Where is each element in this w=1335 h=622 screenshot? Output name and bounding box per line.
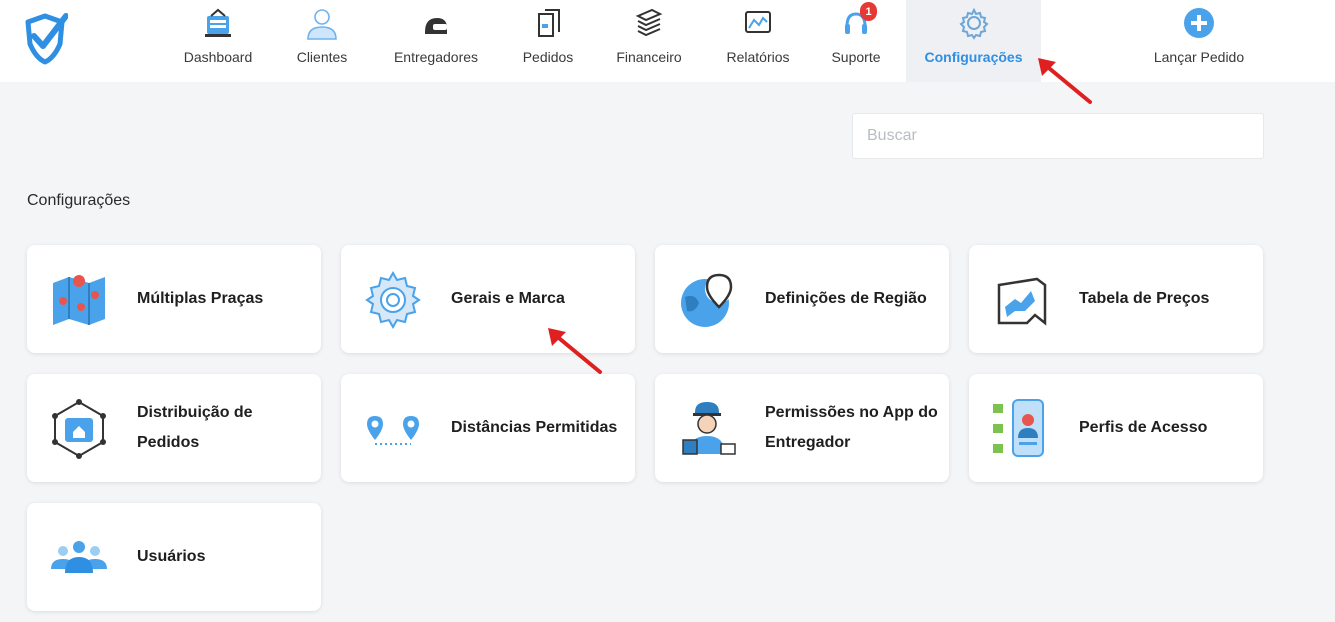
nav-label: Financeiro: [616, 49, 682, 65]
courier-icon: [682, 402, 736, 455]
nav-label: Dashboard: [183, 49, 253, 65]
map-pins-icon: [53, 275, 105, 325]
nav-label: Pedidos: [522, 49, 574, 65]
plus-circle-icon: [1184, 8, 1214, 38]
nav-label: Lançar Pedido: [1153, 49, 1245, 65]
card-label: Usuários: [137, 548, 206, 565]
nav-dashboard[interactable]: Dashboard: [170, 0, 266, 82]
logo-check-shield-icon[interactable]: [22, 10, 68, 66]
section-title: Configurações: [27, 192, 131, 209]
price-table-icon: [997, 277, 1047, 326]
network-distribution-icon: [52, 399, 106, 459]
card-label: Definições de Região: [765, 290, 927, 307]
chart-icon: [745, 11, 771, 33]
gear-icon: [365, 270, 421, 330]
user-icon: [307, 9, 337, 40]
dashboard-icon: [205, 8, 231, 37]
nav-label: Suporte: [831, 49, 881, 65]
nav-suporte[interactable]: 1 Suporte: [820, 0, 892, 82]
route-pins-icon: [367, 416, 419, 445]
nav-lancar-pedido[interactable]: Lançar Pedido: [1136, 0, 1262, 82]
users-group-icon: [51, 541, 107, 573]
annotation-arrow-icon: [548, 328, 602, 374]
notification-badge: 1: [860, 2, 877, 21]
profile-checklist-icon: [993, 399, 1044, 457]
headset-icon: 1: [839, 2, 877, 40]
top-navigation: Dashboard Clientes Entregadores Pedidos: [0, 0, 1335, 82]
nav-label: Relatórios: [726, 49, 790, 65]
card-label: Perfis de Acesso: [1079, 419, 1208, 436]
card-definicoes-de-regiao[interactable]: Definições de Região: [655, 245, 949, 353]
nav-financeiro[interactable]: Financeiro: [602, 0, 696, 82]
nav-label: Configurações: [924, 49, 1023, 65]
card-multiplas-pracas[interactable]: Múltiplas Praças: [27, 245, 321, 353]
gear-icon: [958, 7, 989, 40]
card-usuarios[interactable]: Usuários: [27, 503, 321, 611]
card-label: Distribuição de Pedidos: [137, 404, 253, 451]
nav-label: Clientes: [296, 49, 348, 65]
helmet-icon: [425, 18, 447, 34]
nav-label: Entregadores: [393, 49, 479, 65]
card-label: Múltiplas Praças: [137, 290, 264, 307]
search-input[interactable]: [852, 113, 1264, 159]
card-label: Gerais e Marca: [451, 290, 565, 307]
card-distancias-permitidas[interactable]: Distâncias Permitidas: [341, 374, 635, 482]
card-distribuicao-de-pedidos[interactable]: Distribuição de Pedidos: [27, 374, 321, 482]
card-permissoes-app-entregador[interactable]: Permissões no App do Entregador: [655, 374, 949, 482]
nav-entregadores[interactable]: Entregadores: [378, 0, 494, 82]
nav-configuracoes[interactable]: Configurações: [906, 0, 1041, 82]
card-perfis-de-acesso[interactable]: Perfis de Acesso: [969, 374, 1263, 482]
card-label: Distâncias Permitidas: [451, 419, 618, 436]
receipt-icon: [538, 9, 560, 37]
nav-relatorios[interactable]: Relatórios: [712, 0, 804, 82]
annotation-arrow-icon: [1038, 58, 1092, 104]
card-label: Permissões no App do Entregador: [765, 404, 938, 451]
globe-pin-icon: [681, 273, 733, 327]
money-stack-icon: [635, 8, 663, 37]
nav-clientes[interactable]: Clientes: [284, 0, 360, 82]
card-label: Tabela de Preços: [1079, 290, 1210, 307]
card-tabela-de-precos[interactable]: Tabela de Preços: [969, 245, 1263, 353]
nav-pedidos[interactable]: Pedidos: [512, 0, 584, 82]
